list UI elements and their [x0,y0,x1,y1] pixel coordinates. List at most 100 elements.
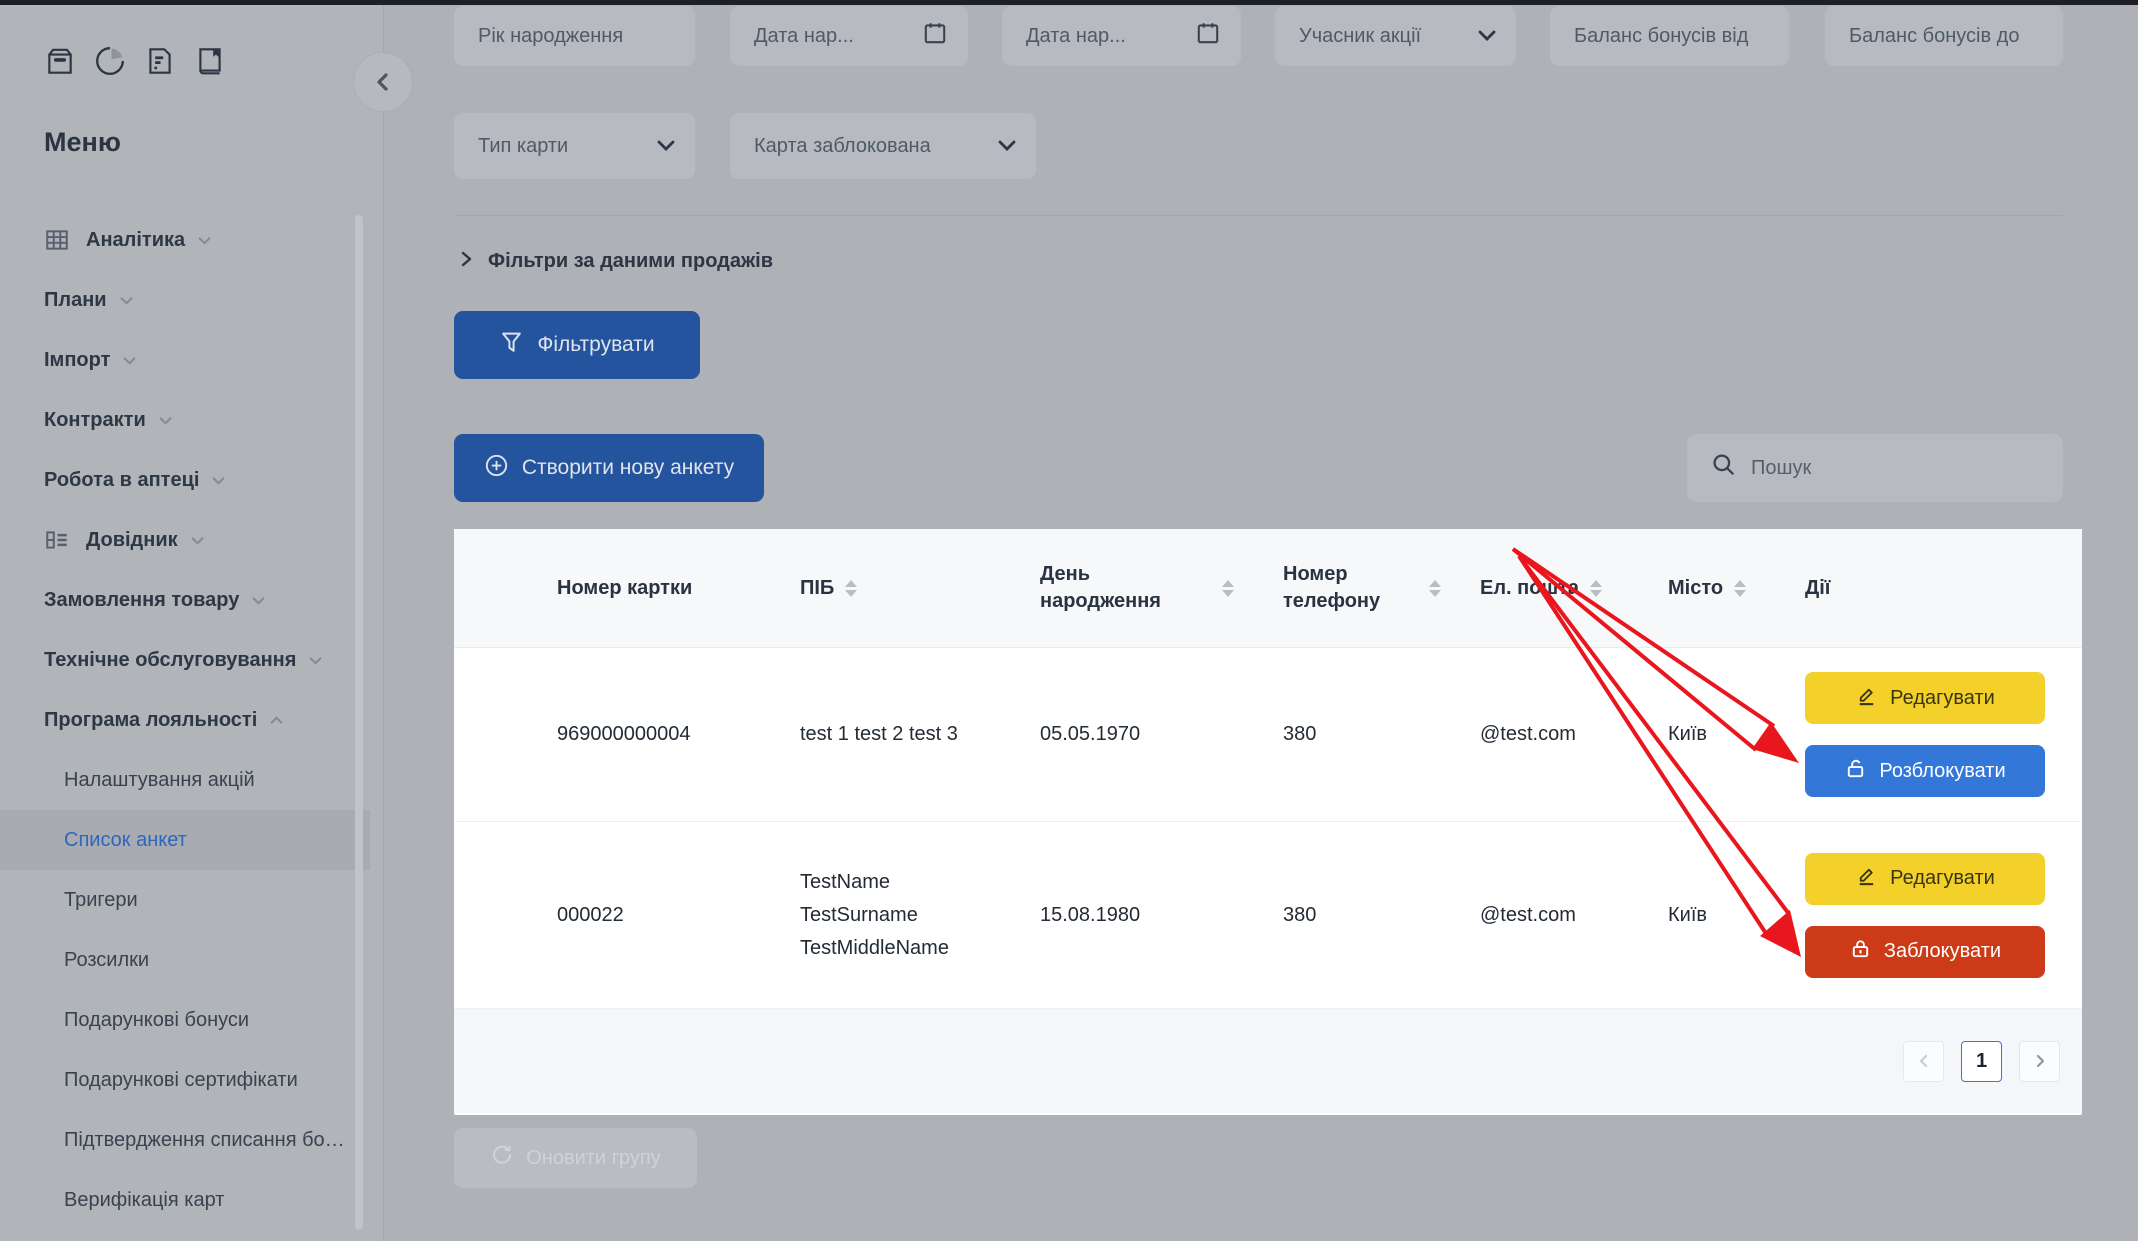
sidebar-item-card-verification[interactable]: Верифікація карт [0,1170,370,1230]
cell-birthday: 15.08.1980 [1040,904,1283,927]
chevron-right-icon [458,250,474,273]
sidebar-item-gift-certificates[interactable]: Подарункові сертифікати [0,1050,370,1110]
sort-icon[interactable] [1590,580,1602,597]
column-header-birthday: День народження [1040,561,1283,615]
bonus-balance-to-input[interactable]: Баланс бонусів до [1825,6,2063,66]
sidebar-item-maintenance[interactable]: Технічне обслуговування [0,630,370,690]
chevron-down-icon [251,595,266,606]
sidebar-item-gift-bonuses[interactable]: Подарункові бонуси [0,990,370,1050]
table-row: 969000000004 test 1 test 2 test 3 05.05.… [454,648,2082,822]
sort-icon[interactable] [1429,580,1441,597]
promo-participant-select[interactable]: Учасник акції [1275,6,1516,66]
year-of-birth-placeholder: Рік народження [478,25,675,48]
edit-button[interactable]: Редагувати [1805,853,2045,905]
card-blocked-select[interactable]: Карта заблокована [730,113,1036,179]
sidebar-scrollbar[interactable] [355,215,363,1230]
table-header-row: Номер картки ПІБ День народження Номер т… [454,529,2082,648]
cell-city: Київ [1668,723,1805,746]
grid-icon [44,227,86,253]
cell-card-number: 000022 [557,904,800,927]
cell-full-name: TestName TestSurname TestMiddleName [800,866,1040,965]
cell-city: Київ [1668,904,1805,927]
cell-card-number: 969000000004 [557,723,800,746]
column-header-phone: Номер телефону [1283,561,1480,615]
search-input[interactable]: Пошук [1687,434,2063,502]
column-header-email: Ел. пошта [1480,577,1668,600]
sidebar-item-pharmacy-work[interactable]: Робота в аптеці [0,450,370,510]
funnel-icon [499,330,524,361]
bonus-balance-from-placeholder: Баланс бонусів від [1574,25,1769,48]
cell-phone: 380 [1283,723,1480,746]
cell-full-name: test 1 test 2 test 3 [800,718,1040,751]
sidebar-item-questionnaire-list[interactable]: Список анкет [0,810,370,870]
chevron-down-icon [998,135,1016,158]
plus-circle-icon [484,453,509,484]
unlock-icon [1844,757,1867,786]
pie-chart-icon[interactable] [94,45,126,77]
birth-date-from-input[interactable]: Дата нар... [730,6,968,66]
sidebar-collapse-button[interactable] [353,52,413,112]
birth-date-to-input[interactable]: Дата нар... [1002,6,1241,66]
document-icon[interactable] [144,45,176,77]
pagination-prev-button[interactable] [1903,1041,1944,1082]
sidebar-item-bonus-writeoff-confirmation[interactable]: Підтвердження списання бону... [0,1110,370,1170]
sidebar-item-analytics[interactable]: Аналітика [0,210,370,270]
sidebar-item-triggers[interactable]: Тригери [0,870,370,930]
menu-title: Меню [44,127,121,158]
sales-filters-toggle[interactable]: Фільтри за даними продажів [458,250,773,273]
bonus-balance-from-input[interactable]: Баланс бонусів від [1550,6,1789,66]
sort-icon[interactable] [845,580,857,597]
filter-button[interactable]: Фільтрувати [454,311,700,379]
sidebar-item-import[interactable]: Імпорт [0,330,370,390]
sidebar-quick-icons [44,45,226,77]
chevron-down-icon [122,355,137,366]
unlock-button[interactable]: Розблокувати [1805,745,2045,797]
column-header-card-number: Номер картки [557,577,800,600]
archive-box-icon[interactable] [44,45,76,77]
promo-participant-placeholder: Учасник акції [1299,25,1478,48]
sidebar-item-mailings[interactable]: Розсилки [0,930,370,990]
sidebar: Меню Аналітика Плани Імпорт Контракти Ро… [0,5,384,1241]
year-of-birth-input[interactable]: Рік народження [454,6,695,66]
column-header-city: Місто [1668,577,1805,600]
table-footer: 1 [454,1009,2082,1113]
bonus-balance-to-placeholder: Баланс бонусів до [1849,25,2043,48]
block-button[interactable]: Заблокувати [1805,926,2045,978]
sidebar-item-plans[interactable]: Плани [0,270,370,330]
chevron-down-icon [1478,25,1496,48]
column-header-actions: Дії [1805,577,2082,600]
cell-email: @test.com [1480,904,1668,927]
lock-icon [1849,937,1872,966]
sidebar-item-loyalty-program[interactable]: Програма лояльності [0,690,370,750]
sidebar-menu: Аналітика Плани Імпорт Контракти Робота … [0,210,370,1230]
sidebar-item-promo-settings[interactable]: Налаштування акцій [0,750,370,810]
update-group-button[interactable]: Оновити групу [454,1128,697,1188]
list-icon [44,527,86,553]
pencil-icon [1855,684,1878,713]
chevron-down-icon [197,235,212,246]
sidebar-item-directory[interactable]: Довідник [0,510,370,570]
chevron-down-icon [119,295,134,306]
questionnaire-table: Номер картки ПІБ День народження Номер т… [454,529,2082,1115]
chevron-down-icon [158,415,173,426]
sales-filters-label: Фільтри за даними продажів [488,250,773,273]
pagination-next-button[interactable] [2019,1041,2060,1082]
sidebar-item-goods-order[interactable]: Замовлення товару [0,570,370,630]
pagination-page-1[interactable]: 1 [1961,1041,2002,1082]
chevron-down-icon [657,135,675,158]
calendar-icon [922,20,948,52]
chevron-down-icon [308,655,323,666]
edit-button[interactable]: Редагувати [1805,672,2045,724]
refresh-icon [490,1143,514,1173]
card-blocked-placeholder: Карта заблокована [754,135,998,158]
book-icon[interactable] [194,45,226,77]
search-icon [1711,452,1737,484]
sort-icon[interactable] [1734,580,1746,597]
sidebar-item-contracts[interactable]: Контракти [0,390,370,450]
card-type-select[interactable]: Тип карти [454,113,695,179]
birth-date-from-placeholder: Дата нар... [754,25,922,48]
sort-icon[interactable] [1222,580,1234,597]
table-row: 000022 TestName TestSurname TestMiddleNa… [454,822,2082,1009]
chevron-down-icon [211,475,226,486]
create-questionnaire-button[interactable]: Створити нову анкету [454,434,764,502]
